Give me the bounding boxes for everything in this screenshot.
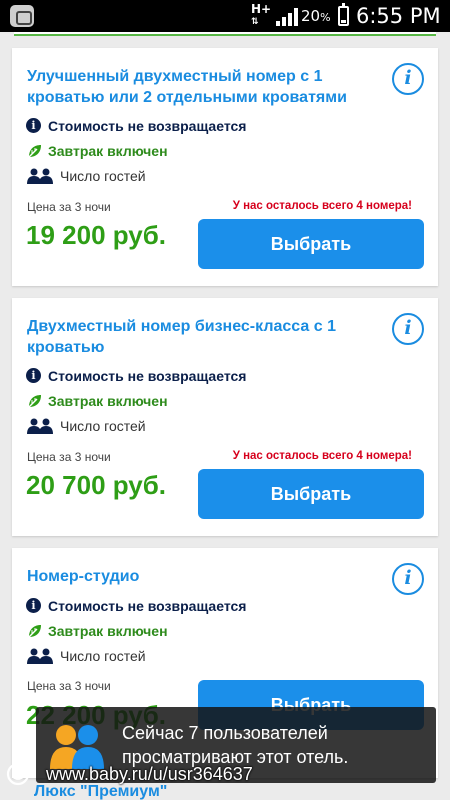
battery-percent: 20% — [301, 7, 331, 25]
battery-icon — [338, 3, 349, 26]
price-label: Цена за 3 ночи — [27, 679, 111, 693]
policy-text: Стоимость не возвращается — [48, 598, 247, 614]
toast-message: Сейчас 7 пользователей просматривают это… — [122, 723, 349, 767]
info-filled-icon: i — [26, 118, 41, 133]
network-indicator: H+ ⇅ — [251, 3, 271, 29]
status-bar: H+ ⇅ 20% 6:55 PM — [0, 0, 450, 32]
info-icon[interactable]: i — [392, 313, 424, 345]
scarcity-notice: У нас осталось всего 4 номера! — [232, 200, 412, 212]
price-label: Цена за 3 ночи — [27, 450, 111, 464]
room-card: Двухместный номер бизнес-класса с 1 кров… — [12, 298, 438, 536]
percent-sign: % — [320, 11, 331, 24]
info-filled-icon: i — [26, 598, 41, 613]
next-room-title[interactable]: Люкс "Премиум" — [34, 783, 167, 800]
viewers-icon — [50, 725, 104, 769]
guests-text: Число гостей — [60, 168, 146, 184]
breakfast-text: Завтрак включен — [48, 143, 168, 159]
info-filled-icon: i — [26, 368, 41, 383]
breakfast-text: Завтрак включен — [48, 393, 168, 409]
select-button[interactable]: Выбрать — [198, 219, 424, 269]
leaf-icon — [28, 395, 41, 408]
network-type: H+ — [251, 2, 272, 16]
leaf-icon — [28, 145, 41, 158]
price: 19 200 руб. — [26, 220, 167, 250]
price-label: Цена за 3 ночи — [27, 200, 111, 214]
guests-text: Число гостей — [60, 648, 146, 664]
room-card: Улучшенный двухместный номер с 1 кровать… — [12, 48, 438, 286]
price: 20 700 руб. — [26, 470, 167, 500]
guests-text: Число гостей — [60, 418, 146, 434]
data-arrows-icon: ⇅ — [251, 17, 259, 27]
people-icon — [27, 648, 53, 664]
room-title[interactable]: Двухместный номер бизнес-класса с 1 кров… — [27, 316, 377, 358]
battery-value: 20 — [301, 7, 321, 25]
room-title[interactable]: Номер-студио — [27, 566, 377, 587]
watermark-text: www.baby.ru/u/usr364637 — [46, 764, 253, 784]
people-icon — [27, 418, 53, 434]
room-title[interactable]: Улучшенный двухместный номер с 1 кровать… — [27, 66, 377, 108]
previous-card-edge — [14, 32, 436, 36]
people-icon — [27, 168, 53, 184]
policy-text: Стоимость не возвращается — [48, 118, 247, 134]
watermark-logo-icon — [6, 762, 30, 786]
info-icon[interactable]: i — [392, 563, 424, 595]
leaf-icon — [28, 625, 41, 638]
policy-text: Стоимость не возвращается — [48, 368, 247, 384]
signal-icon — [276, 8, 298, 26]
breakfast-text: Завтрак включен — [48, 623, 168, 639]
info-icon[interactable]: i — [392, 63, 424, 95]
clock: 6:55 PM — [356, 4, 441, 28]
app-notification-icon — [10, 5, 34, 27]
scarcity-notice: У нас осталось всего 4 номера! — [232, 450, 412, 462]
select-button[interactable]: Выбрать — [198, 469, 424, 519]
